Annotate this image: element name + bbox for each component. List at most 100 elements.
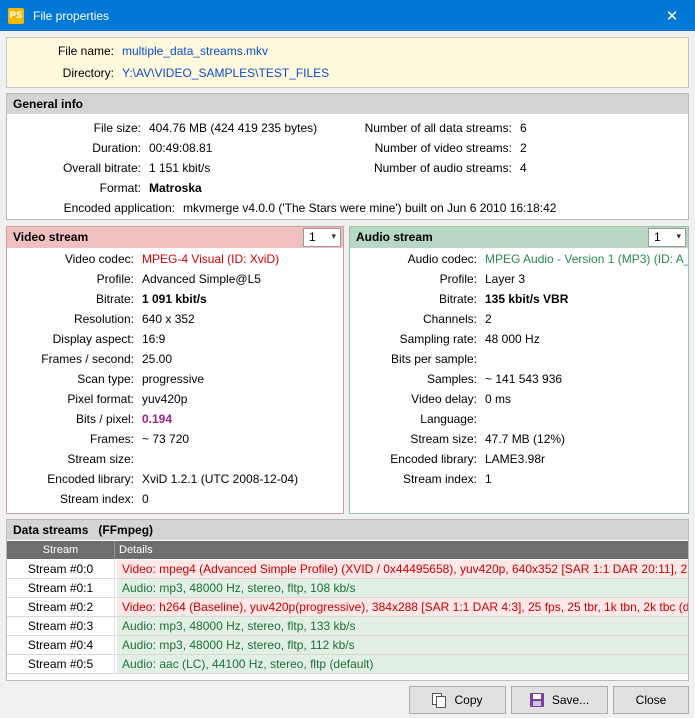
audio-stream-selector-value: 1 (654, 230, 661, 244)
info-row: Language: (350, 412, 485, 426)
copy-button[interactable]: Copy (409, 686, 506, 714)
info-row: Profile: Advanced Simple@L5 (7, 272, 261, 286)
info-value: 1 (485, 472, 492, 486)
info-row: Resolution: 640 x 352 (7, 312, 195, 326)
info-value: MPEG-4 Visual (ID: XviD) (142, 252, 280, 266)
info-row: Encoded library: XviD 1.2.1 (UTC 2008-12-… (7, 472, 298, 486)
info-label: Stream index: (59, 492, 134, 506)
stream-id-cell: Stream #0:3 (7, 617, 115, 635)
info-label: Language: (420, 412, 477, 426)
info-value: 47.7 MB (12%) (485, 432, 566, 446)
chevron-down-icon: ▾ (676, 232, 681, 242)
info-label: Format: (99, 181, 141, 195)
info-row: Number of video streams: 2 (257, 141, 527, 155)
info-value: 16:9 (142, 332, 166, 346)
table-header: Stream Details (7, 541, 688, 559)
info-row: Scan type: progressive (7, 372, 204, 386)
info-label: Frames / second: (41, 352, 134, 366)
info-label: File size: (93, 121, 141, 135)
info-value: 0.194 (142, 412, 173, 426)
info-value: Layer 3 (485, 272, 526, 286)
column-header-stream[interactable]: Stream (7, 541, 115, 559)
info-value: 2 (485, 312, 492, 326)
info-value: 1 091 kbit/s (142, 292, 207, 306)
info-row: Samples: ~ 141 543 936 (350, 372, 562, 386)
info-row: Number of audio streams: 4 (257, 161, 527, 175)
info-value: 1 151 kbit/s (149, 161, 211, 175)
info-row: Format: Matroska (7, 181, 202, 195)
stream-details-cell: Video: mpeg4 (Advanced Simple Profile) (… (117, 560, 688, 578)
info-row: Sampling rate: 48 000 Hz (350, 332, 540, 346)
info-row: Audio codec: MPEG Audio - Version 1 (MP3)… (350, 252, 689, 266)
info-row: Bits / pixel: 0.194 (7, 412, 172, 426)
video-stream-selector[interactable]: 1 ▾ (303, 228, 341, 247)
table-row[interactable]: Stream #0:4 Audio: mp3, 48000 Hz, stereo,… (7, 636, 688, 655)
info-row: Number of all data streams: 6 (257, 121, 527, 135)
info-value: LAME3.98r (485, 452, 546, 466)
table-row[interactable]: Stream #0:3 Audio: mp3, 48000 Hz, stereo,… (7, 617, 688, 636)
info-label: Number of video streams: (374, 141, 512, 155)
info-row: Stream size: (7, 452, 142, 466)
stream-id-cell: Stream #0:1 (7, 579, 115, 597)
info-label: Bitrate: (95, 292, 134, 306)
info-label: Video codec: (64, 252, 134, 266)
info-row: Video codec: MPEG-4 Visual (ID: XviD) (7, 252, 279, 266)
copy-icon (432, 693, 447, 708)
info-row: Stream index: 0 (7, 492, 149, 506)
info-value: MPEG Audio - Version 1 (MP3) (ID: A_M (485, 252, 689, 266)
audio-stream-title-text: Audio stream (356, 230, 433, 244)
stream-details-cell: Audio: aac (LC), 44100 Hz, stereo, fltp … (117, 655, 688, 673)
info-row: Duration: 00:49:08.81 (7, 141, 212, 155)
column-header-details[interactable]: Details (119, 541, 153, 559)
data-streams-section: Data streams (FFmpeg) Stream Details Str… (6, 519, 689, 681)
info-label: Stream index: (402, 472, 477, 486)
stream-details-cell: Audio: mp3, 48000 Hz, stereo, fltp, 112 … (117, 636, 688, 654)
close-window-icon[interactable]: ✕ (649, 0, 695, 31)
video-stream-selector-value: 1 (309, 230, 316, 244)
info-label: Resolution: (73, 312, 134, 326)
info-label: Encoded library: (390, 452, 477, 466)
close-button-label: Close (635, 693, 667, 707)
file-name-label: File name: (57, 44, 114, 58)
app-icon: PS (8, 7, 24, 24)
info-value: Advanced Simple@L5 (142, 272, 261, 286)
stream-id-cell: Stream #0:0 (7, 560, 115, 578)
stream-details-cell: Video: h264 (Baseline), yuv420p(progress… (117, 598, 688, 616)
table-row[interactable]: Stream #0:1 Audio: mp3, 48000 Hz, stereo,… (7, 579, 688, 598)
directory-label: Directory: (62, 66, 114, 80)
table-row[interactable]: Stream #0:0 Video: mpeg4 (Advanced Simple… (7, 560, 688, 579)
file-name-link[interactable]: multiple_data_streams.mkv (114, 44, 268, 58)
info-value: 640 x 352 (142, 312, 195, 326)
file-info-panel: File name: multiple_data_streams.mkv Dire… (6, 37, 689, 88)
info-row: Pixel format: yuv420p (7, 392, 187, 406)
info-row: Display aspect: 16:9 (7, 332, 166, 346)
title-bar: PS File properties ✕ (0, 0, 695, 31)
save-button[interactable]: Save... (511, 686, 608, 714)
info-label: Profile: (96, 272, 134, 286)
table-row[interactable]: Stream #0:5 Audio: aac (LC), 44100 Hz, st… (7, 655, 688, 674)
chevron-down-icon: ▾ (331, 232, 336, 242)
info-row: Overall bitrate: 1 151 kbit/s (7, 161, 210, 175)
info-row: Bitrate: 1 091 kbit/s (7, 292, 207, 306)
audio-stream-selector[interactable]: 1 ▾ (648, 228, 686, 247)
info-label: Bits per sample: (390, 352, 477, 366)
info-label: Sampling rate: (399, 332, 477, 346)
video-stream-title: Video stream 1 ▾ (7, 227, 343, 248)
info-label: Duration: (92, 141, 141, 155)
data-streams-title-text: Data streams (13, 523, 89, 537)
info-value: ~ 141 543 936 (485, 372, 563, 386)
info-row: Stream index: 1 (350, 472, 492, 486)
info-label: Samples: (426, 372, 477, 386)
info-label: Bits / pixel: (75, 412, 134, 426)
info-label: Stream size: (410, 432, 477, 446)
info-label: Scan type: (77, 372, 134, 386)
close-button[interactable]: Close (613, 686, 689, 714)
table-row[interactable]: Stream #0:2 Video: h264 (Baseline), yuv42… (7, 598, 688, 617)
info-label: Profile: (439, 272, 477, 286)
data-streams-source: (FFmpeg) (98, 523, 154, 537)
general-info-title: General info (7, 94, 688, 114)
info-row: Channels: 2 (350, 312, 492, 326)
directory-link[interactable]: Y:\AV\VIDEO_SAMPLES\TEST_FILES (114, 66, 329, 80)
info-row: Frames / second: 25.00 (7, 352, 172, 366)
video-stream-section: Video stream 1 ▾ Video codec: MPEG-4 Visu… (6, 226, 344, 514)
